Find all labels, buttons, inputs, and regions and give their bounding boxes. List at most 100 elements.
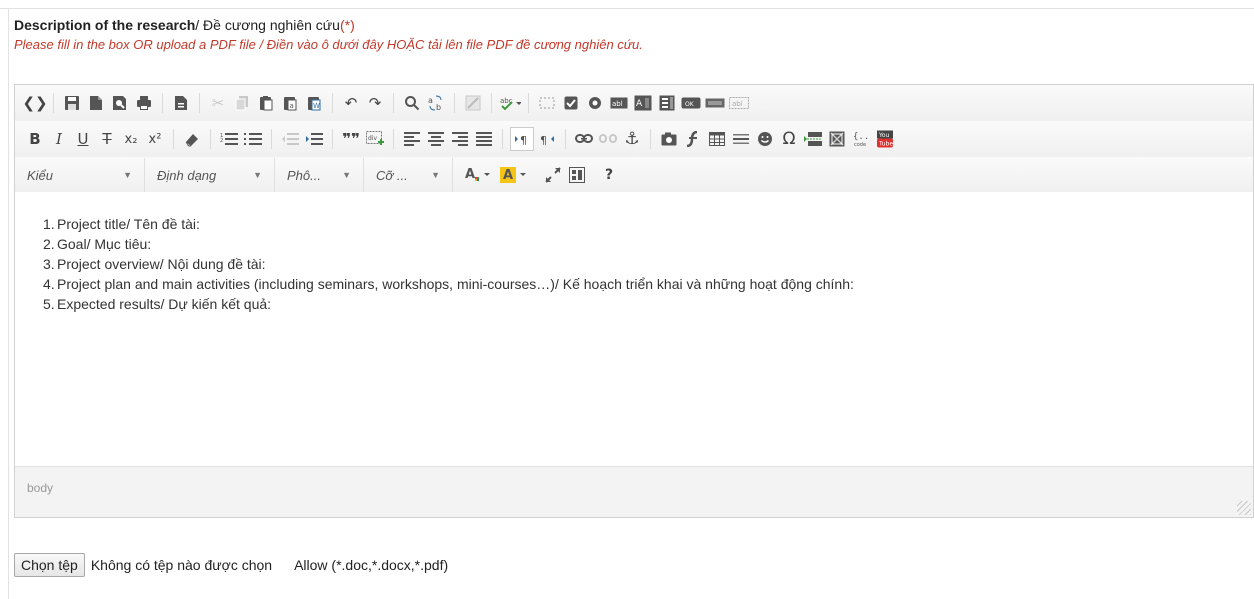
special-char-icon[interactable]: Ω: [778, 128, 800, 150]
panel-border-top: [0, 8, 1254, 9]
page-break-icon[interactable]: [802, 128, 824, 150]
undo-icon[interactable]: ↶: [340, 92, 362, 114]
svg-text:A: A: [503, 168, 513, 183]
source-code-icon[interactable]: ❮❯: [22, 92, 47, 114]
save-icon[interactable]: [61, 92, 83, 114]
numbered-list-icon[interactable]: 12: [218, 128, 240, 150]
toolbar-row-3: Kiểu ▼ Định dạng ▼ Phô... ▼ Cỡ ... ▼ A A: [15, 157, 1253, 194]
superscript-icon[interactable]: x²: [144, 128, 166, 150]
style-combo[interactable]: Kiểu ▼: [15, 158, 145, 192]
unlink-icon[interactable]: [597, 128, 619, 150]
ltr-direction-icon[interactable]: ¶: [510, 127, 534, 151]
bold-icon[interactable]: B: [24, 128, 46, 150]
italic-icon[interactable]: I: [48, 128, 70, 150]
replace-icon[interactable]: ab: [425, 92, 447, 114]
text-color-icon[interactable]: A: [462, 164, 496, 186]
chevron-down-icon: ▼: [342, 170, 351, 180]
indent-icon[interactable]: [303, 128, 325, 150]
paste-icon[interactable]: [255, 92, 277, 114]
youtube-icon[interactable]: You Tube: [874, 128, 896, 150]
find-icon[interactable]: [401, 92, 423, 114]
cut-icon[interactable]: ✂: [207, 92, 229, 114]
copy-icon[interactable]: [231, 92, 253, 114]
svg-text:a: a: [428, 96, 433, 105]
align-center-icon[interactable]: [425, 128, 447, 150]
label-bold: Description of the research: [14, 17, 196, 33]
image-icon[interactable]: [658, 128, 680, 150]
format-combo[interactable]: Định dạng ▼: [145, 158, 275, 192]
smiley-icon[interactable]: [754, 128, 776, 150]
spellcheck-icon[interactable]: abc: [499, 92, 521, 114]
file-upload-row: Chọn tệp Không có tệp nào được chọn Allo…: [14, 553, 448, 577]
iframe-icon[interactable]: [826, 128, 848, 150]
size-combo-label: Cỡ ...: [376, 167, 408, 183]
link-icon[interactable]: [573, 128, 595, 150]
svg-text:OK: OK: [685, 101, 695, 108]
textarea-icon[interactable]: A: [632, 92, 654, 114]
svg-text:You: You: [878, 132, 890, 139]
resize-handle-icon[interactable]: [1237, 501, 1251, 515]
form-icon[interactable]: [536, 92, 558, 114]
show-blocks-icon[interactable]: [566, 164, 588, 186]
eraser-icon[interactable]: [181, 128, 203, 150]
svg-text:div: div: [368, 135, 377, 142]
paste-from-word-icon[interactable]: W: [303, 92, 325, 114]
checkbox-icon[interactable]: [560, 92, 582, 114]
print-icon[interactable]: [133, 92, 155, 114]
rich-text-editor: ❮❯ ✂ a W ↶ ↷ a b abc abl A OK abl B I U …: [14, 84, 1254, 518]
chevron-down-icon: ▼: [431, 170, 440, 180]
style-combo-label: Kiểu: [27, 167, 54, 183]
allowed-types: Allow (*.doc,*.docx,*.pdf): [294, 557, 449, 573]
subscript-icon[interactable]: x₂: [120, 128, 142, 150]
button-field-icon[interactable]: OK: [680, 92, 702, 114]
table-icon[interactable]: [706, 128, 728, 150]
panel-border-left: [8, 8, 9, 599]
radio-icon[interactable]: [584, 92, 606, 114]
flash-icon[interactable]: [682, 128, 704, 150]
templates-icon[interactable]: [170, 92, 192, 114]
justify-icon[interactable]: [473, 128, 495, 150]
svg-text:¶: ¶: [520, 134, 527, 146]
label-rest: / Đề cương nghiên cứu: [195, 17, 340, 33]
new-page-icon[interactable]: [85, 92, 107, 114]
element-path[interactable]: body: [27, 481, 53, 495]
align-left-icon[interactable]: [401, 128, 423, 150]
horizontal-line-icon[interactable]: [730, 128, 752, 150]
toolbar-row-2: B I U T x₂ x² 12 ❞❞ div ¶ ¶ ⚓ Ω {.. code…: [15, 121, 1253, 158]
code-snippet-icon[interactable]: {..}code: [850, 128, 872, 150]
anchor-icon[interactable]: ⚓: [621, 128, 643, 150]
toolbar-row-1: ❮❯ ✂ a W ↶ ↷ a b abc abl A OK abl: [15, 85, 1253, 122]
editor-content[interactable]: 1. Project title/ Tên đề tài: 2. Goal/ Mục…: [15, 192, 1253, 466]
svg-text:¶: ¶: [540, 134, 547, 146]
div-container-icon[interactable]: div: [364, 128, 386, 150]
svg-text:code: code: [854, 142, 866, 148]
svg-text:A: A: [636, 99, 643, 109]
underline-icon[interactable]: U: [72, 128, 94, 150]
chevron-down-icon: ▼: [123, 170, 132, 180]
select-field-icon[interactable]: [656, 92, 678, 114]
preview-icon[interactable]: [109, 92, 131, 114]
element-path-bar: body: [15, 466, 1253, 517]
redo-icon[interactable]: ↷: [364, 92, 386, 114]
rtl-direction-icon[interactable]: ¶: [536, 128, 558, 150]
textfield-icon[interactable]: abl: [608, 92, 630, 114]
size-combo[interactable]: Cỡ ... ▼: [364, 158, 453, 192]
list-item: 5. Expected results/ Dự kiến kết quả:: [43, 296, 272, 312]
bulleted-list-icon[interactable]: [242, 128, 264, 150]
outdent-icon[interactable]: [279, 128, 301, 150]
strikethrough-icon[interactable]: T: [96, 128, 118, 150]
select-all-icon[interactable]: [462, 92, 484, 114]
paste-text-icon[interactable]: a: [279, 92, 301, 114]
blockquote-icon[interactable]: ❞❞: [340, 128, 362, 150]
maximize-icon[interactable]: [542, 164, 564, 186]
list-item: 1. Project title/ Tên đề tài:: [43, 216, 200, 232]
choose-file-button[interactable]: Chọn tệp: [14, 553, 85, 577]
background-color-icon[interactable]: A: [498, 164, 532, 186]
font-combo[interactable]: Phô... ▼: [275, 158, 364, 192]
svg-text:A: A: [465, 167, 475, 182]
help-button[interactable]: ?: [598, 164, 620, 186]
svg-text:b: b: [436, 103, 441, 111]
hidden-field-icon[interactable]: abl: [728, 92, 750, 114]
align-right-icon[interactable]: [449, 128, 471, 150]
image-button-icon[interactable]: [704, 92, 726, 114]
